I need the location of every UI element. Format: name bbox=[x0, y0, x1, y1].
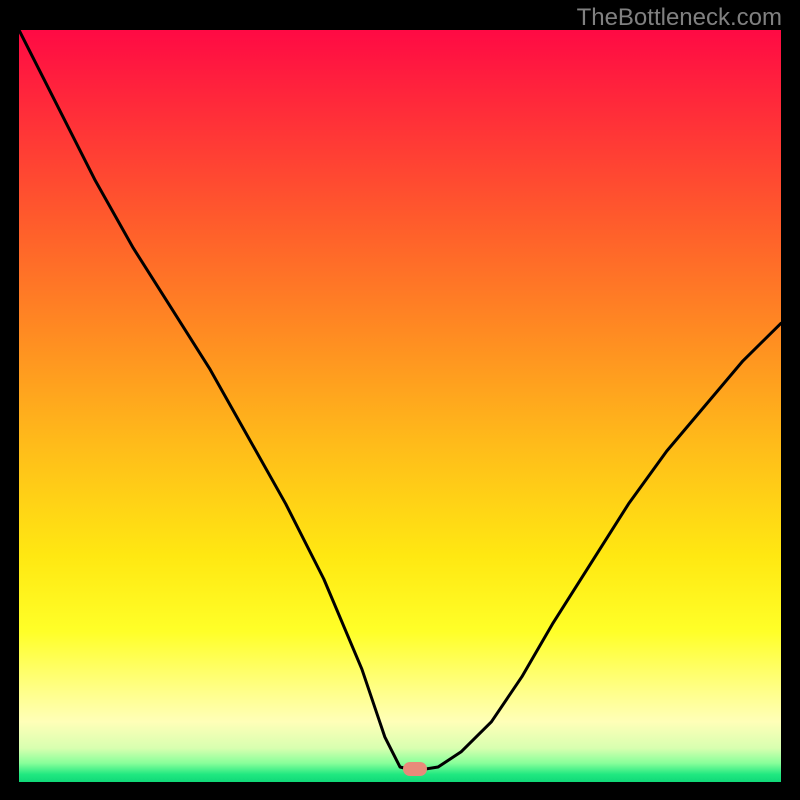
bottleneck-curve bbox=[19, 30, 781, 782]
plot-area bbox=[19, 30, 781, 782]
optimal-marker bbox=[403, 762, 427, 776]
chart-frame: TheBottleneck.com bbox=[0, 0, 800, 800]
attribution-text: TheBottleneck.com bbox=[577, 4, 782, 32]
